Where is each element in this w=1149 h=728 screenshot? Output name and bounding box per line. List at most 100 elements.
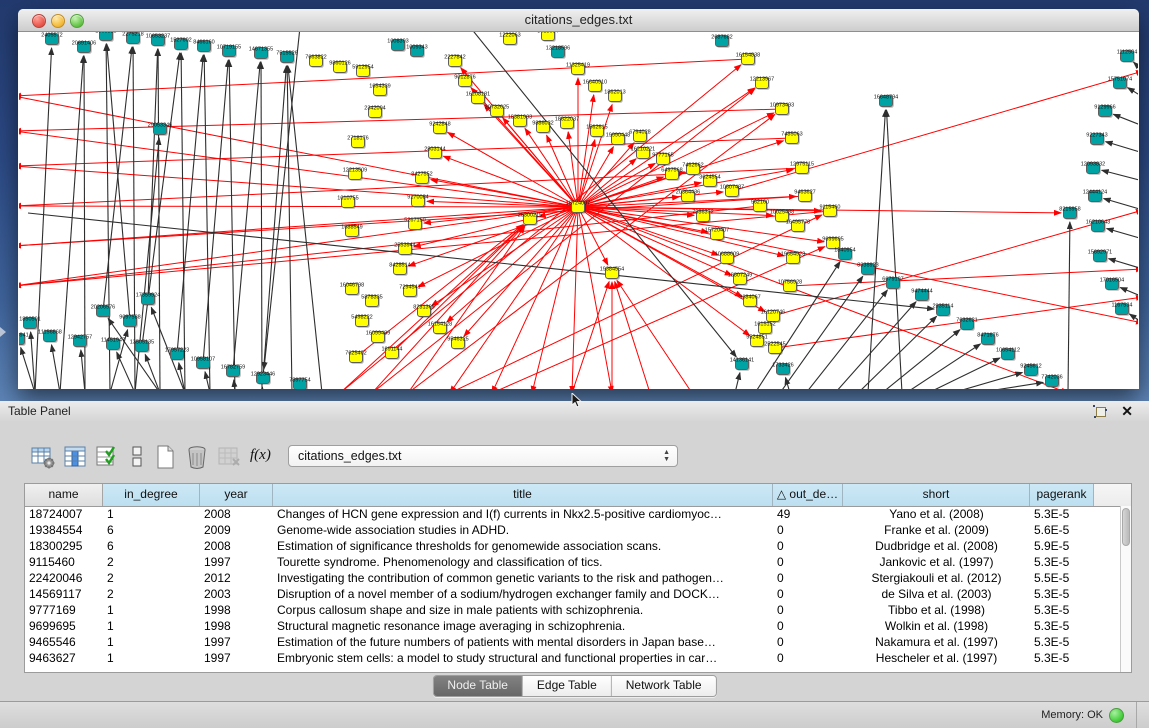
graph-edge[interactable]	[431, 207, 578, 306]
graph-edge[interactable]	[773, 210, 1138, 316]
attribute-table[interactable]: namein_degreeyeartitle△ out_de…shortpage…	[24, 483, 1132, 673]
graph-edge[interactable]	[19, 206, 578, 207]
cell-name[interactable]: 14569117	[25, 586, 103, 602]
graph-edge[interactable]	[448, 132, 578, 207]
tab-network-table[interactable]: Network Table	[612, 676, 716, 696]
cell-in_degree[interactable]: 2	[103, 586, 200, 602]
graph-edge[interactable]	[261, 62, 262, 389]
cell-short[interactable]: Tibbo et al. (1998)	[843, 602, 1030, 618]
graph-edge[interactable]	[952, 373, 1022, 389]
cell-name[interactable]: 9777169	[25, 602, 103, 618]
graph-edge[interactable]	[107, 44, 130, 321]
graph-edge[interactable]	[19, 207, 578, 286]
graph-edge[interactable]	[1106, 142, 1138, 153]
column-header-name[interactable]: name	[25, 484, 103, 506]
cell-pagerank[interactable]: 5.3E-5	[1030, 602, 1094, 618]
cell-year[interactable]: 2012	[200, 570, 273, 586]
graph-edge[interactable]	[578, 95, 594, 207]
cell-short[interactable]: Dudbridge et al. (2008)	[843, 538, 1030, 554]
cell-name[interactable]: 9463627	[25, 650, 103, 666]
table-row[interactable]: 1456911722003Disruption of a novel membe…	[25, 586, 1121, 602]
tab-node-table[interactable]: Node Table	[433, 676, 523, 696]
cell-out_degree[interactable]: 49	[773, 506, 843, 522]
graph-edge[interactable]	[181, 53, 185, 389]
cell-title[interactable]: Disruption of a novel member of a sodium…	[273, 586, 773, 602]
cell-title[interactable]: Structural magnetic resonance image aver…	[273, 618, 773, 634]
scrollbar-thumb[interactable]	[1122, 508, 1130, 546]
tab-edge-table[interactable]: Edge Table	[523, 676, 612, 696]
graph-edge[interactable]	[572, 282, 609, 389]
delete-table-icon[interactable]	[216, 443, 242, 471]
graph-edge[interactable]	[780, 276, 863, 389]
cell-name[interactable]: 19384554	[25, 522, 103, 538]
cell-year[interactable]: 2008	[200, 506, 273, 522]
column-header-in_degree[interactable]: in_degree	[103, 484, 200, 506]
cell-out_degree[interactable]: 0	[773, 570, 843, 586]
cell-out_degree[interactable]: 0	[773, 618, 843, 634]
graph-edge[interactable]	[133, 47, 135, 389]
cell-pagerank[interactable]: 5.6E-5	[1030, 522, 1094, 538]
graph-edge[interactable]	[117, 352, 135, 389]
table-row[interactable]: 1938455462009Genome-wide association stu…	[25, 522, 1121, 538]
cell-pagerank[interactable]: 5.3E-5	[1030, 634, 1094, 650]
graph-edge[interactable]	[928, 358, 1000, 389]
cell-short[interactable]: Yano et al. (2008)	[843, 506, 1030, 522]
cell-in_degree[interactable]: 6	[103, 522, 200, 538]
cell-out_degree[interactable]: 0	[773, 634, 843, 650]
network-graph[interactable]: 2405572206914061065328227521810653237152…	[19, 32, 1138, 389]
cell-year[interactable]: 1997	[200, 650, 273, 666]
table-mode-icon[interactable]	[30, 443, 56, 471]
cell-year[interactable]: 1997	[200, 554, 273, 570]
graph-edge[interactable]	[525, 128, 578, 207]
column-header-short[interactable]: short	[843, 484, 1030, 506]
cell-out_degree[interactable]: 0	[773, 554, 843, 570]
table-row[interactable]: 1830029562008Estimation of significance …	[25, 538, 1121, 554]
column-header-title[interactable]: title	[273, 484, 773, 506]
graph-edge[interactable]	[615, 282, 650, 389]
graph-edge[interactable]	[578, 105, 612, 207]
table-row[interactable]: 1872400712008Changes of HCN gene express…	[25, 506, 1121, 522]
new-column-icon[interactable]	[152, 443, 178, 471]
cell-short[interactable]: Hescheler et al. (1997)	[843, 650, 1030, 666]
graph-edge[interactable]	[1134, 62, 1138, 71]
graph-edge[interactable]	[858, 316, 937, 389]
network-canvas[interactable]: 2405572206914061065328227521810653237152…	[19, 32, 1138, 389]
column-header-out_degree[interactable]: △ out_de…	[773, 484, 843, 506]
cell-out_degree[interactable]: 0	[773, 538, 843, 554]
cell-pagerank[interactable]: 5.9E-5	[1030, 538, 1094, 554]
graph-edge[interactable]	[52, 345, 60, 389]
graph-edge[interactable]	[906, 344, 980, 389]
cell-name[interactable]: 9699695	[25, 618, 103, 634]
cell-title[interactable]: Corpus callosum shape and size in male p…	[273, 602, 773, 618]
table-row[interactable]: 969969511998Structural magnetic resonanc…	[25, 618, 1121, 634]
table-select-dropdown[interactable]: citations_edges.txt ▲▼	[288, 445, 678, 467]
delete-column-icon[interactable]	[184, 443, 210, 471]
graph-edge[interactable]	[868, 110, 885, 389]
graph-edge[interactable]	[145, 354, 160, 389]
cell-name[interactable]: 22420046	[25, 570, 103, 586]
table-vertical-scrollbar[interactable]	[1120, 506, 1131, 672]
cell-year[interactable]: 1998	[200, 618, 273, 634]
cell-pagerank[interactable]: 5.3E-5	[1030, 554, 1094, 570]
cell-name[interactable]: 9465546	[25, 634, 103, 650]
cell-name[interactable]: 18724007	[25, 506, 103, 522]
network-window[interactable]: citations_edges.txt 24055722069140610653…	[18, 9, 1139, 389]
cell-year[interactable]: 1997	[200, 634, 273, 650]
graph-edge[interactable]	[263, 66, 286, 378]
graph-edge[interactable]	[177, 55, 203, 354]
cell-title[interactable]: Estimation of the future numbers of pati…	[273, 634, 773, 650]
float-panel-icon[interactable]	[1093, 405, 1107, 418]
graph-edge[interactable]	[108, 318, 160, 389]
cell-title[interactable]: Changes of HCN gene expression and I(f) …	[273, 506, 773, 522]
graph-edge[interactable]	[229, 60, 235, 389]
table-row[interactable]: 2242004622012Investigating the contribut…	[25, 570, 1121, 586]
show-columns-icon[interactable]	[62, 443, 88, 471]
cell-short[interactable]: Wolkin et al. (1998)	[843, 618, 1030, 634]
cell-in_degree[interactable]: 2	[103, 554, 200, 570]
graph-edge[interactable]	[1120, 287, 1138, 297]
graph-edge[interactable]	[1113, 114, 1138, 126]
cell-out_degree[interactable]: 0	[773, 602, 843, 618]
cell-short[interactable]: de Silva et al. (2003)	[843, 586, 1030, 602]
graph-edge[interactable]	[1104, 199, 1138, 210]
cell-title[interactable]: Embryonic stem cells: a model to study s…	[273, 650, 773, 666]
